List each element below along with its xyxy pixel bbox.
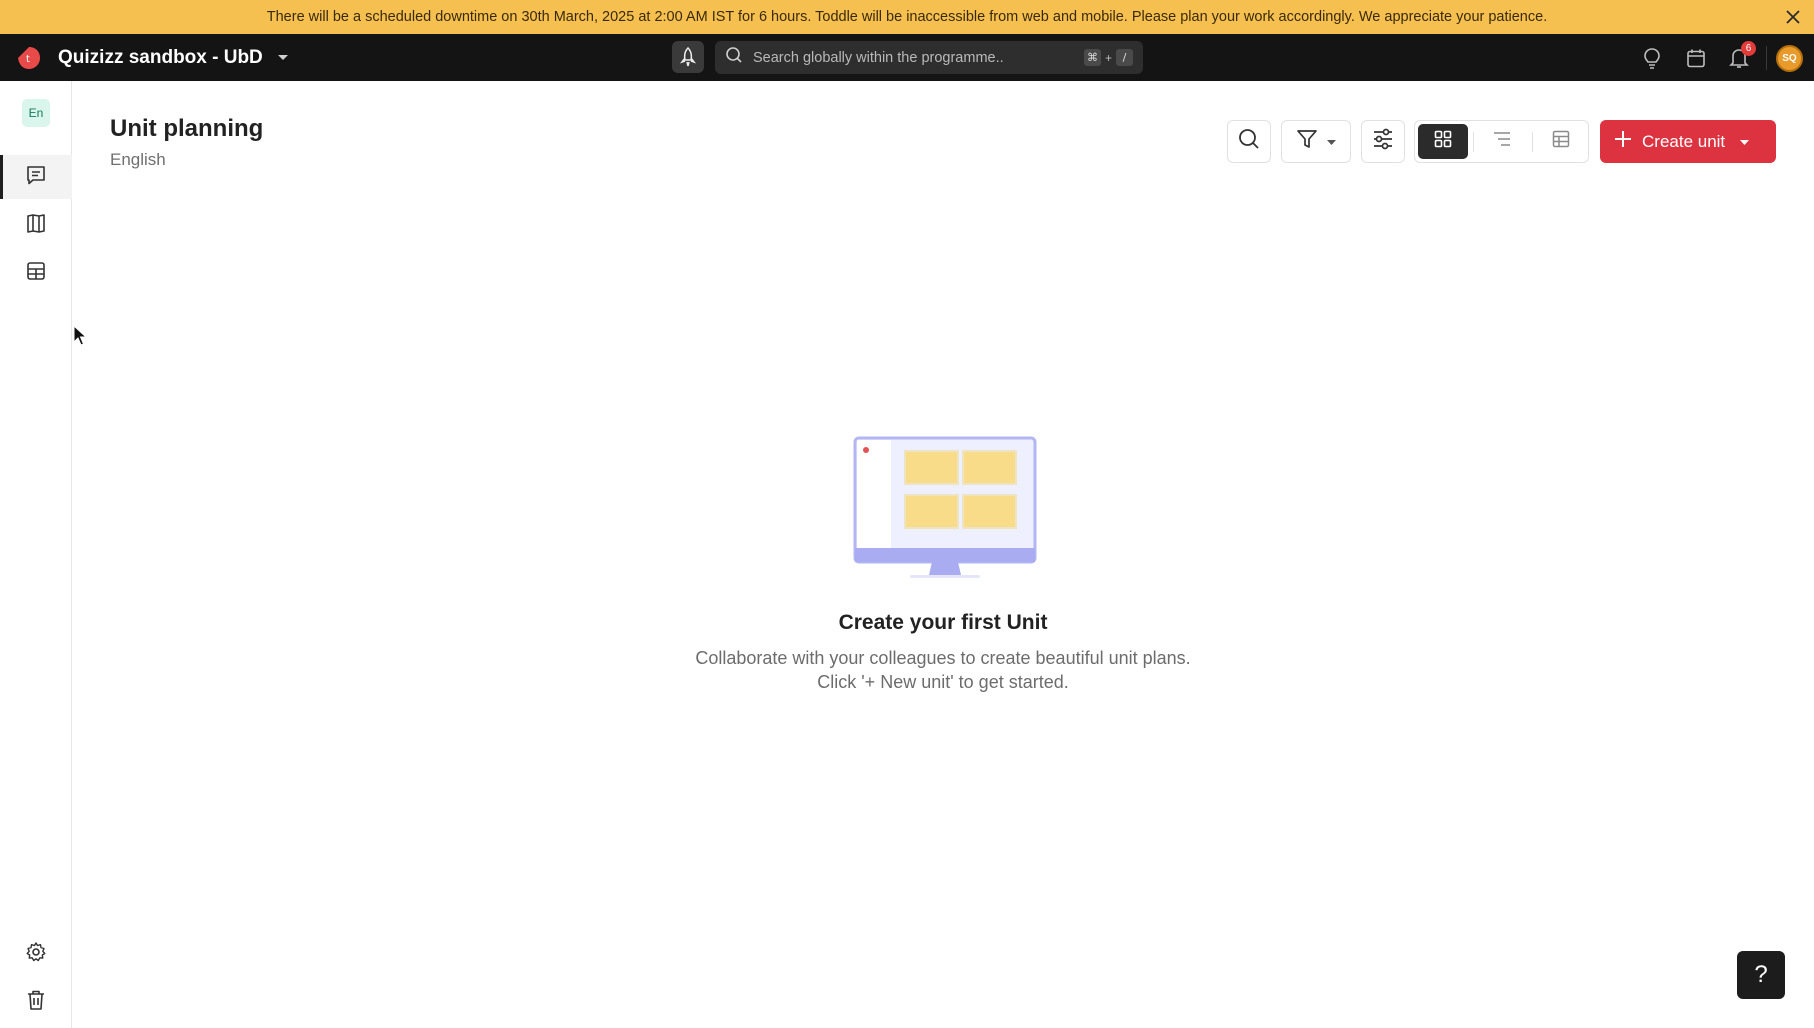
search-shortcut: ⌘ + / xyxy=(1083,49,1133,66)
list-view-icon xyxy=(1493,131,1511,152)
shortcut-plus: + xyxy=(1104,50,1112,65)
workspace-name: Quizizz sandbox - UbD xyxy=(58,46,263,68)
empty-state-line-1: Collaborate with your colleagues to crea… xyxy=(695,648,1191,668)
brand-logo-icon[interactable]: t xyxy=(16,45,42,71)
global-search-input[interactable]: Search globally within the programme.. ⌘… xyxy=(715,41,1143,74)
grid-view-button[interactable] xyxy=(1418,124,1468,159)
gear-icon xyxy=(25,941,47,968)
left-sidebar: En xyxy=(0,81,72,1028)
mouse-cursor-icon xyxy=(73,325,87,346)
avatar[interactable]: SQ xyxy=(1776,45,1803,72)
empty-state-line-2: Click '+ New unit' to get started. xyxy=(817,672,1069,692)
search-icon xyxy=(1237,127,1261,156)
close-icon[interactable] xyxy=(1782,6,1804,28)
trash-icon xyxy=(25,989,47,1016)
notification-badge: 6 xyxy=(1741,41,1756,56)
empty-state-title: Create your first Unit xyxy=(838,611,1048,634)
sidebar-item-trash[interactable] xyxy=(0,980,72,1024)
book-icon xyxy=(25,212,47,239)
grid-table-icon xyxy=(25,260,47,287)
chat-icon xyxy=(25,164,47,191)
bell-icon[interactable]: 6 xyxy=(1725,41,1756,72)
downtime-banner: There will be a scheduled downtime on 30… xyxy=(0,0,1814,34)
chevron-down-icon xyxy=(1326,133,1337,151)
sidebar-item-units[interactable] xyxy=(0,155,72,199)
page-title: Unit planning xyxy=(110,115,264,142)
grid-view-icon xyxy=(1434,130,1452,153)
filter-button[interactable] xyxy=(1281,120,1351,163)
table-view-button[interactable] xyxy=(1536,124,1586,159)
plus-icon xyxy=(1614,130,1632,153)
shortcut-key: / xyxy=(1116,49,1133,66)
view-separator xyxy=(1532,132,1533,152)
help-button[interactable]: ? xyxy=(1737,951,1785,999)
banner-message: There will be a scheduled downtime on 30… xyxy=(266,9,1548,25)
sidebar-item-grid[interactable] xyxy=(0,251,72,295)
view-toggle-group xyxy=(1414,120,1589,163)
search-button[interactable] xyxy=(1227,120,1271,163)
sliders-icon xyxy=(1371,127,1395,156)
shortcut-key: ⌘ xyxy=(1083,49,1101,66)
rocket-icon[interactable] xyxy=(672,41,704,73)
search-icon xyxy=(725,46,743,69)
sidebar-item-library[interactable] xyxy=(0,203,72,247)
language-chip[interactable]: En xyxy=(22,99,50,127)
empty-state-illustration xyxy=(850,435,1040,580)
chevron-down-icon xyxy=(1739,133,1750,151)
search-placeholder: Search globally within the programme.. xyxy=(753,49,1004,66)
workspace-switcher[interactable]: Quizizz sandbox - UbD xyxy=(58,34,289,81)
svg-text:t: t xyxy=(26,54,30,65)
sidebar-item-settings[interactable] xyxy=(0,932,72,976)
empty-state-description: Collaborate with your colleagues to crea… xyxy=(0,646,1814,694)
sliders-button[interactable] xyxy=(1361,120,1405,163)
calendar-icon[interactable] xyxy=(1682,44,1710,72)
page-subtitle: English xyxy=(110,150,166,169)
header-divider xyxy=(1766,46,1767,70)
create-unit-button[interactable]: Create unit xyxy=(1600,120,1776,163)
top-header: t Quizizz sandbox - UbD Search globally … xyxy=(0,34,1814,81)
table-view-icon xyxy=(1552,130,1570,153)
filter-icon xyxy=(1296,128,1318,155)
view-separator xyxy=(1473,132,1474,152)
chevron-down-icon xyxy=(277,49,289,67)
lightbulb-icon[interactable] xyxy=(1638,44,1666,72)
list-view-button[interactable] xyxy=(1477,124,1527,159)
create-unit-label: Create unit xyxy=(1642,131,1726,151)
